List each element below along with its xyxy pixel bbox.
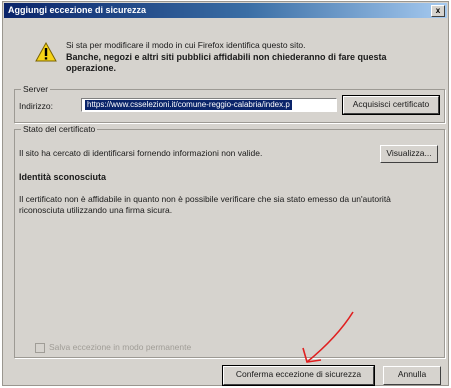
title-bar[interactable]: Aggiungi eccezione di sicurezza x (4, 3, 447, 18)
cancel-button[interactable]: Annulla (383, 366, 441, 385)
close-button[interactable]: x (431, 5, 445, 17)
address-value[interactable]: https://www.csselezioni.it/comune-reggio… (85, 100, 292, 110)
confirm-exception-button[interactable]: Conferma eccezione di sicurezza (222, 365, 375, 386)
certificate-status-group: Stato del certificato Il sito ha cercato… (14, 124, 445, 358)
address-label: Indirizzo: (19, 101, 54, 111)
window-title: Aggiungi eccezione di sicurezza (8, 5, 147, 15)
certificate-description: Il certificato non è affidabile in quant… (19, 194, 391, 215)
server-group: Server Indirizzo: https://www.csselezion… (14, 84, 445, 123)
security-exception-dialog: Aggiungi eccezione di sicurezza x Si sta… (2, 1, 449, 386)
intro-warning: Banche, negozi e altri siti pubblici aff… (66, 52, 387, 73)
red-annotation-arrow (302, 311, 354, 363)
server-legend: Server (21, 84, 51, 94)
warning-icon (35, 42, 57, 62)
view-certificate-button[interactable]: Visualizza... (380, 145, 438, 163)
intro-message: Si sta per modificare il modo in cui Fir… (66, 40, 306, 50)
permanent-exception-label: Salva eccezione in modo permanente (49, 342, 192, 352)
checkbox-box[interactable] (35, 342, 45, 353)
address-input[interactable]: https://www.csselezioni.it/comune-reggio… (81, 98, 337, 112)
certificate-status-legend: Stato del certificato (21, 124, 98, 134)
permanent-exception-checkbox[interactable]: Salva eccezione in modo permanente (35, 342, 191, 353)
get-certificate-button[interactable]: Acquisisci certificato (342, 95, 440, 115)
certificate-status-text: Il sito ha cercato di identificarsi forn… (19, 148, 263, 158)
identity-heading: Identità sconosciuta (19, 172, 107, 182)
